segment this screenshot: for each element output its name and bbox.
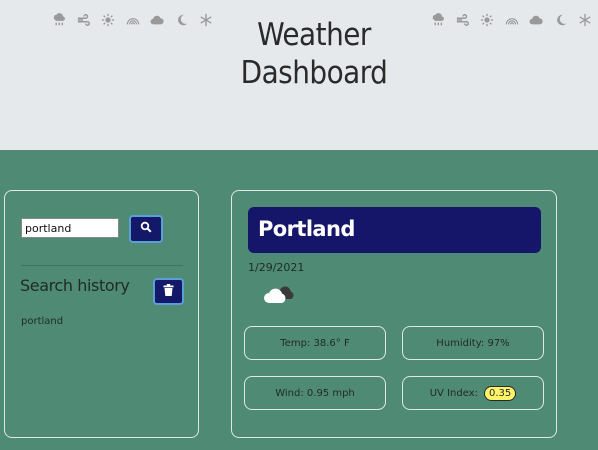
sun-icon xyxy=(479,12,495,28)
weather-date: 1/29/2021 xyxy=(248,261,305,274)
city-header: Portland xyxy=(248,207,541,253)
search-history-item[interactable]: portland xyxy=(21,316,63,327)
snowflake-icon xyxy=(577,12,593,28)
uv-index-label: UV Index: xyxy=(429,387,478,399)
clear-history-button[interactable] xyxy=(153,278,184,305)
page-title-line2: Dashboard xyxy=(240,55,388,91)
rain-cloud-icon xyxy=(430,12,446,28)
wind-value: Wind: 0.95 mph xyxy=(275,387,355,399)
cloud-icon xyxy=(528,12,544,28)
page-header: Weather Dashboard xyxy=(0,0,598,150)
search-panel: Search history portland xyxy=(4,190,199,438)
page-title-line1: Weather xyxy=(257,17,371,53)
wind-card: Wind: 0.95 mph xyxy=(244,376,386,410)
humidity-value: Humidity: 97% xyxy=(436,337,510,349)
decorative-icon-row-right xyxy=(430,12,598,28)
wind-icon xyxy=(455,12,471,28)
city-search-input[interactable] xyxy=(21,218,119,238)
temperature-card: Temp: 38.6° F xyxy=(244,326,386,360)
humidity-card: Humidity: 97% xyxy=(402,326,544,360)
search-icon xyxy=(140,220,152,238)
search-history-heading: Search history xyxy=(20,276,130,295)
temperature-value: Temp: 38.6° F xyxy=(280,337,350,349)
trash-icon xyxy=(163,283,174,301)
search-button[interactable] xyxy=(129,215,163,243)
divider xyxy=(21,265,183,266)
partly-cloudy-icon xyxy=(262,281,302,307)
uv-index-card: UV Index: 0.35 xyxy=(402,376,544,410)
current-weather-panel: Portland 1/29/2021 Temp: 38.6° F Humidit… xyxy=(231,190,557,438)
uv-index-badge: 0.35 xyxy=(483,385,517,401)
moon-icon xyxy=(553,12,569,28)
rainbow-icon xyxy=(504,12,520,28)
city-name: Portland xyxy=(258,217,355,241)
